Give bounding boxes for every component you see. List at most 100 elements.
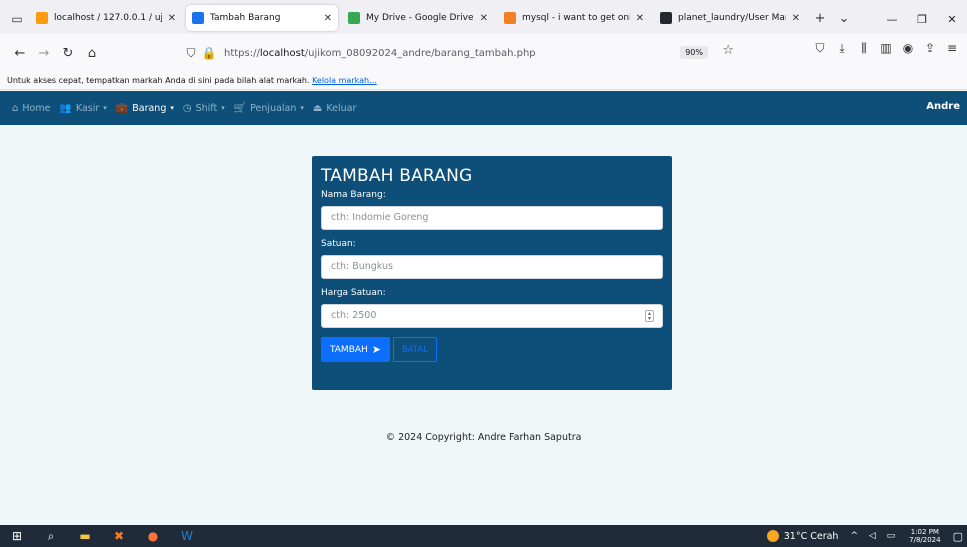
- tab-title: planet_laundry/User Manual: [678, 13, 786, 23]
- url-text[interactable]: https://localhost/ujikom_08092024_andre/…: [224, 48, 536, 59]
- new-tab-icon[interactable]: +: [808, 11, 832, 26]
- sidebar-icon[interactable]: ▥: [875, 41, 897, 56]
- address-bar[interactable]: ⛉ 🔒 https://localhost/ujikom_08092024_an…: [182, 39, 742, 67]
- library-icon[interactable]: ⫼: [853, 41, 875, 56]
- browser-tab[interactable]: My Drive - Google Drive ✕: [342, 5, 494, 31]
- manage-bookmarks-link[interactable]: Kelola markah...: [312, 76, 377, 85]
- dropdown-caret-icon: ▾: [221, 104, 225, 112]
- browser-tab[interactable]: Tambah Barang ✕: [186, 5, 338, 31]
- notification-icon[interactable]: ▢: [953, 530, 963, 543]
- app-navbar: ⌂ Home 👥 Kasir ▾ 💼 Barang ▾ ◷ Shift ▾ 🛒 Penjualan ▾ ⏏ K…: [0, 91, 967, 125]
- word-icon[interactable]: W: [170, 525, 204, 547]
- pocket-icon[interactable]: ⛉: [809, 41, 831, 56]
- dropdown-caret-icon: ▾: [300, 104, 304, 112]
- browser-tab[interactable]: planet_laundry/User Manual ✕: [654, 5, 806, 31]
- bookmarks-bar: Untuk akses cepat, tempatkan markah Anda…: [0, 72, 967, 90]
- cart-icon: 🛒: [233, 102, 247, 114]
- nav-item-label: Home: [22, 102, 51, 114]
- close-tab-icon[interactable]: ✕: [168, 13, 176, 24]
- add-button-label: TAMBAH: [329, 344, 368, 355]
- copyright-footer: © 2024 Copyright: Andre Farhan Saputra: [385, 432, 582, 443]
- browser-tab[interactable]: localhost / 127.0.0.1 / ujikom ✕: [30, 5, 182, 31]
- tracking-shield-icon[interactable]: ⛉: [182, 46, 200, 61]
- tab-title: Tambah Barang: [210, 13, 281, 23]
- back-icon[interactable]: ←: [8, 41, 32, 65]
- windows-start-icon[interactable]: ⊞: [0, 525, 34, 547]
- minimize-icon[interactable]: —: [877, 7, 907, 31]
- bookmarks-hint: Untuk akses cepat, tempatkan markah Anda…: [7, 76, 310, 85]
- firefox-icon[interactable]: ●: [136, 525, 170, 547]
- unit-price-input[interactable]: cth: 2500 ▴ ▾: [321, 304, 663, 328]
- account-icon[interactable]: ◉: [897, 41, 919, 56]
- lock-icon[interactable]: 🔒: [200, 46, 218, 60]
- dropdown-caret-icon: ▾: [170, 104, 174, 112]
- system-tray: 31°C Cerah ^ ◁ ▭ 1:02 PM 7/8/2024 ▢: [766, 525, 963, 547]
- bookmark-star-icon[interactable]: ☆: [722, 43, 734, 58]
- briefcase-icon: 💼: [115, 102, 129, 114]
- file-explorer-icon[interactable]: ▬: [68, 525, 102, 547]
- nav-item-keluar[interactable]: ⏏ Keluar: [313, 103, 356, 114]
- home-icon: ⌂: [12, 102, 19, 114]
- zoom-level[interactable]: 90%: [680, 46, 708, 59]
- clock[interactable]: 1:02 PM 7/8/2024: [909, 528, 940, 544]
- tab-overflow-icon[interactable]: ⌄: [832, 11, 856, 26]
- menu-icon[interactable]: ≡: [941, 41, 963, 56]
- add-button[interactable]: TAMBAH ➤: [321, 337, 390, 362]
- browser-tab-strip: ▭ localhost / 127.0.0.1 / ujikom✕Tambah …: [0, 0, 967, 34]
- item-name-input[interactable]: cth: Indomie Goreng: [321, 206, 663, 230]
- dropdown-caret-icon: ▾: [103, 104, 107, 112]
- nav-item-label: Shift: [195, 102, 218, 114]
- cancel-button[interactable]: BATAL: [393, 337, 437, 362]
- reload-icon[interactable]: ↻: [56, 41, 80, 65]
- browser-toolbar: ← → ↻ ⌂ ⛉ 🔒 https://localhost/ujikom_080…: [0, 34, 967, 72]
- clock-icon: ◷: [182, 102, 192, 114]
- nav-item-label: Penjualan: [250, 102, 297, 114]
- nav-item-label: Kasir: [75, 102, 100, 114]
- tab-title: localhost / 127.0.0.1 / ujikom: [54, 13, 162, 23]
- tab-favicon-icon: [348, 12, 360, 24]
- tab-favicon-icon: [36, 12, 48, 24]
- nav-item-barang[interactable]: 💼 Barang ▾: [116, 103, 174, 114]
- xampp-icon[interactable]: ✖: [102, 525, 136, 547]
- send-icon: ➤: [371, 343, 382, 356]
- unit-price-label: Harga Satuan:: [321, 288, 386, 298]
- add-item-card: TAMBAH BARANG Nama Barang: cth: Indomie …: [312, 156, 672, 390]
- logout-icon: ⏏: [312, 102, 323, 114]
- users-icon: 👥: [59, 102, 72, 114]
- unit-price-placeholder: cth: 2500: [331, 310, 377, 321]
- tab-favicon-icon: [192, 12, 204, 24]
- forward-icon[interactable]: →: [32, 41, 56, 65]
- unit-label: Satuan:: [321, 239, 356, 249]
- close-tab-icon[interactable]: ✕: [636, 13, 644, 24]
- weather-widget[interactable]: 31°C Cerah: [766, 530, 839, 542]
- close-tab-icon[interactable]: ✕: [324, 13, 332, 24]
- clock-date: 7/8/2024: [909, 536, 941, 544]
- weather-sun-icon: [766, 530, 779, 542]
- nav-item-home[interactable]: ⌂ Home: [12, 103, 50, 114]
- extensions-icon[interactable]: ⇪: [919, 41, 941, 56]
- tab-title: mysql - i want to get only dat: [522, 13, 630, 23]
- weather-text: 31°C Cerah: [783, 530, 839, 542]
- nav-item-penjualan[interactable]: 🛒 Penjualan ▾: [234, 103, 304, 114]
- user-name[interactable]: Andre: [926, 101, 960, 112]
- tab-favicon-icon: [504, 12, 516, 24]
- restore-icon[interactable]: ❐: [907, 7, 937, 31]
- tab-list-icon[interactable]: ▭: [6, 6, 28, 32]
- nav-item-kasir[interactable]: 👥 Kasir ▾: [59, 103, 106, 114]
- close-tab-icon[interactable]: ✕: [480, 13, 488, 24]
- tray-icons[interactable]: ^ ◁ ▭: [850, 531, 899, 541]
- home-page-icon[interactable]: ⌂: [80, 41, 104, 65]
- close-window-icon[interactable]: ✕: [937, 7, 967, 31]
- downloads-icon[interactable]: ⤓: [831, 41, 853, 56]
- tab-favicon-icon: [660, 12, 672, 24]
- clock-time: 1:02 PM: [910, 528, 939, 536]
- close-tab-icon[interactable]: ✕: [792, 13, 800, 24]
- item-name-label: Nama Barang:: [321, 190, 386, 200]
- browser-tab[interactable]: mysql - i want to get only dat ✕: [498, 5, 650, 31]
- nav-item-shift[interactable]: ◷ Shift ▾: [183, 103, 225, 114]
- tab-title: My Drive - Google Drive: [366, 13, 474, 23]
- search-icon[interactable]: ⌕: [34, 525, 68, 547]
- nav-item-label: Keluar: [326, 102, 357, 114]
- unit-input[interactable]: cth: Bungkus: [321, 255, 663, 279]
- number-spinner-icon[interactable]: ▴ ▾: [645, 310, 654, 322]
